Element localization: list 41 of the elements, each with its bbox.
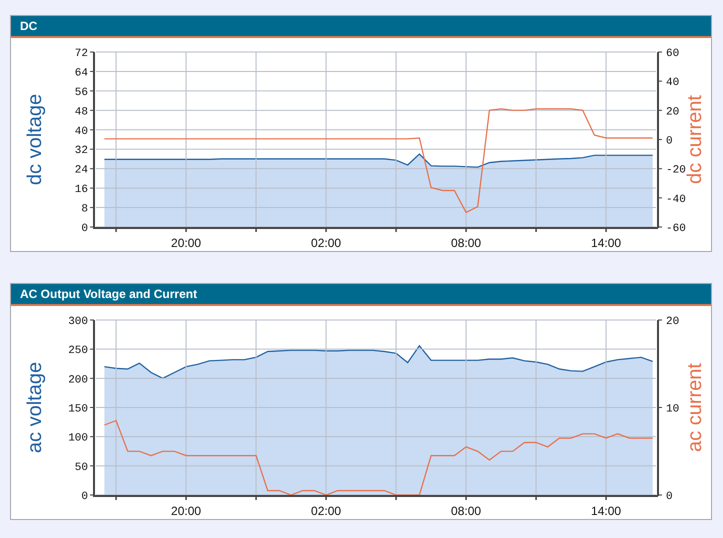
axis-tick-label: -60 (666, 223, 686, 235)
time-label: 14:00 (591, 236, 622, 250)
axis-title: ac voltage (24, 362, 46, 454)
axis-tick-label: 64 (74, 67, 88, 80)
axis-tick-label: 56 (74, 86, 88, 99)
axis-tick-label: 0 (81, 491, 88, 503)
axis-tick-label: -40 (666, 194, 686, 206)
time-label: 02:00 (311, 504, 342, 518)
axis-tick-label: 0 (666, 491, 673, 503)
axis-tick-label: 300 (68, 316, 88, 328)
axis-title: dc voltage (24, 94, 46, 186)
axis-tick-label: -20 (666, 164, 686, 177)
axis-tick-label: 40 (74, 126, 88, 138)
axis-tick-label: 72 (74, 48, 88, 60)
axis-tick-label: 10 (666, 404, 680, 416)
axis-tick-label: 0 (81, 223, 88, 235)
time-label: 14:00 (591, 504, 622, 518)
axis-title: ac current (684, 363, 706, 452)
axis-tick-label: 0 (666, 136, 673, 148)
time-label: 08:00 (451, 504, 482, 518)
time-label: 20:00 (171, 236, 202, 250)
axis-tick-label: 20 (666, 316, 680, 328)
panel-header: DC (11, 16, 711, 38)
axis-tick-label: 48 (74, 106, 88, 118)
axis-tick-label: 32 (74, 145, 88, 158)
panel-header: AC Output Voltage and Current (11, 284, 711, 306)
axis-tick-label: 16 (74, 184, 88, 196)
axis-tick-label: 100 (68, 432, 88, 445)
axis-tick-label: 8 (81, 204, 88, 216)
axis-tick-label: 24 (74, 164, 88, 177)
axis-tick-label: 150 (68, 404, 88, 416)
axis-tick-label: 50 (74, 462, 88, 474)
axis-tick-label: 200 (68, 374, 88, 386)
time-label: 08:00 (451, 236, 482, 250)
time-label: 02:00 (311, 236, 342, 250)
axis-tick-label: 20 (666, 106, 680, 118)
time-label: 20:00 (171, 504, 202, 518)
axis-tick-label: 60 (666, 48, 680, 60)
axis-tick-label: 250 (68, 345, 88, 358)
axis-title: dc current (684, 95, 706, 184)
axis-tick-label: 40 (666, 77, 680, 90)
